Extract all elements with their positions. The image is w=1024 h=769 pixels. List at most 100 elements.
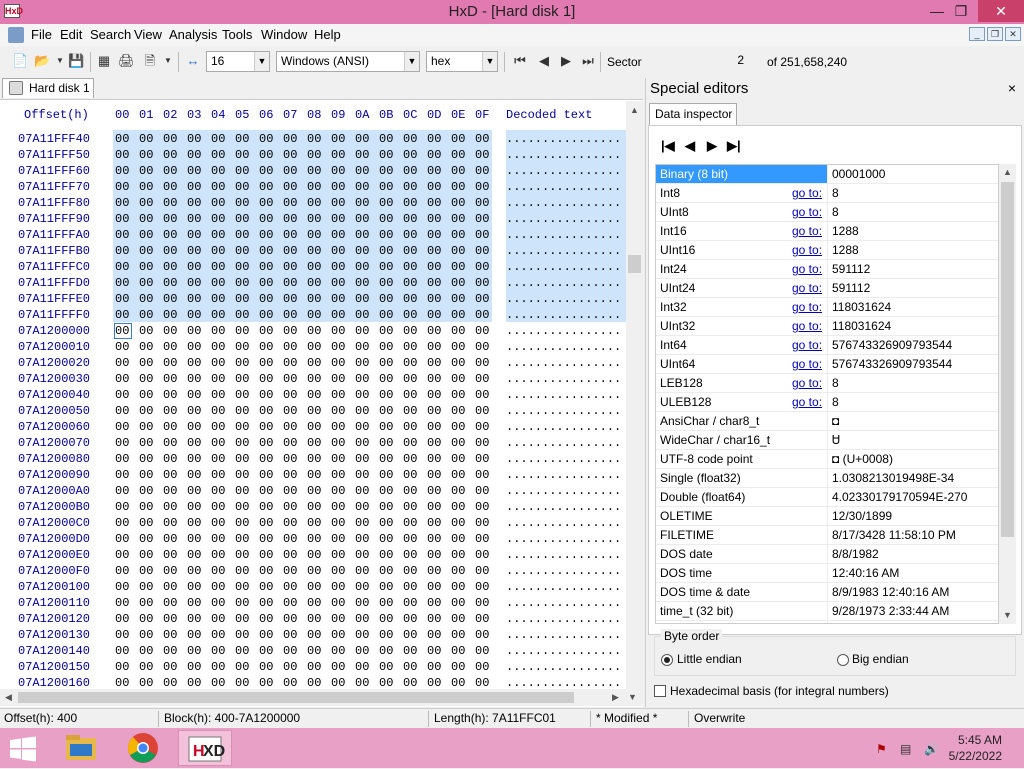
decoded-text[interactable]: ................ (506, 291, 621, 307)
hex-byte[interactable]: 00 (211, 147, 231, 163)
hex-byte[interactable]: 00 (403, 387, 423, 403)
hex-byte[interactable]: 00 (331, 163, 351, 179)
hex-byte[interactable]: 00 (451, 387, 471, 403)
hex-byte[interactable]: 00 (235, 307, 255, 323)
hex-byte[interactable]: 00 (187, 243, 207, 259)
hex-byte[interactable]: 00 (283, 579, 303, 595)
close-file-icon[interactable]: ▦ (96, 53, 112, 69)
hex-byte[interactable]: 00 (259, 307, 279, 323)
hex-byte[interactable]: 00 (283, 659, 303, 675)
hex-byte[interactable]: 00 (163, 451, 183, 467)
inspector-value[interactable]: 591112 (832, 260, 870, 278)
goto-link[interactable]: go to: (792, 279, 822, 297)
hex-byte[interactable]: 00 (355, 195, 375, 211)
hex-byte[interactable]: 00 (211, 659, 231, 675)
hex-byte[interactable]: 00 (211, 323, 231, 339)
goto-link[interactable]: go to: (792, 241, 822, 259)
hex-byte[interactable]: 00 (283, 275, 303, 291)
hex-byte[interactable]: 00 (187, 435, 207, 451)
hex-byte[interactable]: 00 (451, 131, 471, 147)
hex-byte[interactable]: 00 (283, 371, 303, 387)
hex-byte[interactable]: 00 (187, 451, 207, 467)
hex-byte[interactable]: 00 (235, 515, 255, 531)
hex-byte[interactable]: 00 (427, 579, 447, 595)
hex-byte[interactable]: 00 (211, 131, 231, 147)
hex-byte[interactable]: 00 (283, 307, 303, 323)
scroll-left-icon[interactable]: ◀ (5, 692, 12, 703)
hex-byte[interactable]: 00 (307, 275, 327, 291)
hex-byte[interactable]: 00 (283, 595, 303, 611)
hex-byte[interactable]: 00 (427, 611, 447, 627)
hex-byte[interactable]: 00 (163, 339, 183, 355)
hex-byte[interactable]: 00 (259, 483, 279, 499)
hex-byte[interactable]: 00 (475, 259, 495, 275)
goto-link[interactable]: go to: (792, 374, 822, 392)
decoded-text[interactable]: ................ (506, 195, 621, 211)
hex-byte[interactable]: 00 (379, 563, 399, 579)
hex-byte[interactable]: 00 (187, 147, 207, 163)
hex-byte[interactable]: 00 (355, 547, 375, 563)
hex-byte[interactable]: 00 (283, 467, 303, 483)
hex-byte[interactable]: 00 (211, 227, 231, 243)
hex-byte[interactable]: 00 (451, 531, 471, 547)
hex-byte[interactable]: 00 (115, 483, 135, 499)
hex-editor-pane[interactable]: Offset(h) 00 01 02 03 04 05 06 07 08 09 0A 0B 0C 0D 0E… (0, 99, 643, 707)
hex-byte[interactable]: 00 (355, 227, 375, 243)
hex-byte[interactable]: 00 (427, 339, 447, 355)
goto-link[interactable]: go to: (792, 336, 822, 354)
hex-byte[interactable]: 00 (403, 211, 423, 227)
hex-byte[interactable]: 00 (307, 291, 327, 307)
inspector-row[interactable]: UInt16 go to: 1288 (656, 241, 998, 260)
hex-byte[interactable]: 00 (283, 611, 303, 627)
hex-byte[interactable]: 00 (115, 371, 135, 387)
hex-byte[interactable]: 00 (379, 483, 399, 499)
hex-byte[interactable]: 00 (307, 403, 327, 419)
hex-byte[interactable]: 00 (307, 419, 327, 435)
inspector-value[interactable]: 8 (832, 184, 839, 202)
hex-byte[interactable]: 00 (163, 563, 183, 579)
decoded-text[interactable]: ................ (506, 403, 621, 419)
hex-byte[interactable]: 00 (139, 547, 159, 563)
hex-byte[interactable]: 00 (211, 483, 231, 499)
hex-byte[interactable]: 00 (427, 179, 447, 195)
hex-byte[interactable]: 00 (235, 387, 255, 403)
windows-start-icon[interactable] (10, 736, 36, 762)
hex-byte[interactable]: 00 (427, 195, 447, 211)
hex-byte[interactable]: 00 (187, 563, 207, 579)
hex-byte[interactable]: 00 (163, 595, 183, 611)
hex-byte[interactable]: 00 (163, 611, 183, 627)
hex-byte[interactable]: 00 (451, 595, 471, 611)
hex-byte[interactable]: 00 (139, 259, 159, 275)
inspector-row[interactable]: time_t (64 bit) Invalid (656, 621, 998, 623)
hex-byte[interactable]: 00 (331, 211, 351, 227)
hex-byte[interactable]: 00 (163, 387, 183, 403)
hex-byte[interactable]: 00 (163, 243, 183, 259)
hex-byte[interactable]: 00 (283, 211, 303, 227)
hex-byte[interactable]: 00 (355, 515, 375, 531)
hex-byte[interactable]: 00 (259, 259, 279, 275)
hex-byte[interactable]: 00 (259, 275, 279, 291)
hex-byte[interactable]: 00 (163, 579, 183, 595)
hex-byte[interactable]: 00 (187, 195, 207, 211)
hex-byte[interactable]: 00 (403, 419, 423, 435)
hex-byte[interactable]: 00 (403, 179, 423, 195)
hex-byte[interactable]: 00 (235, 195, 255, 211)
hex-byte[interactable]: 00 (115, 499, 135, 515)
hex-byte[interactable]: 00 (163, 371, 183, 387)
hex-byte[interactable]: 00 (211, 611, 231, 627)
hex-byte[interactable]: 00 (211, 211, 231, 227)
chevron-down-icon[interactable]: ▼ (482, 52, 497, 71)
inspector-value[interactable]: 1.0308213019498E-34 (832, 469, 954, 487)
hex-byte[interactable]: 00 (331, 531, 351, 547)
hex-byte[interactable]: 00 (379, 307, 399, 323)
hex-byte[interactable]: 00 (235, 659, 255, 675)
hex-byte[interactable]: 00 (283, 435, 303, 451)
inspector-row[interactable]: Int24 go to: 591112 (656, 260, 998, 279)
hex-byte[interactable]: 00 (235, 163, 255, 179)
chrome-icon[interactable] (120, 730, 166, 766)
hex-byte[interactable]: 00 (379, 339, 399, 355)
inspector-value[interactable]: 12:40:16 AM (832, 564, 899, 582)
hex-byte[interactable]: 00 (139, 499, 159, 515)
hex-byte[interactable]: 00 (187, 371, 207, 387)
hex-byte[interactable]: 00 (283, 387, 303, 403)
